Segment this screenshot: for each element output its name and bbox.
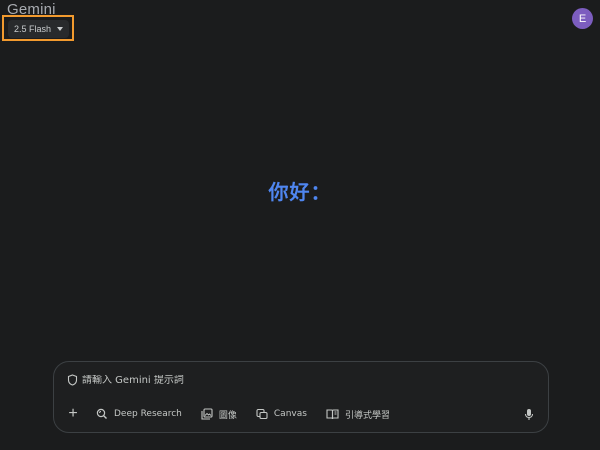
prompt-composer: + Deep Research (53, 361, 549, 433)
guided-learning-label: 引導式學習 (344, 410, 390, 421)
prompt-input[interactable] (82, 374, 282, 386)
deep-research-label: Deep Research (114, 409, 182, 419)
guided-learning-button[interactable]: 引導式學習 (326, 408, 390, 421)
guided-learning-icon (326, 408, 339, 420)
avatar-initial: E (578, 12, 587, 25)
canvas-label: Canvas (273, 409, 307, 419)
greeting-heading: 你好： (268, 180, 332, 204)
model-selector-label: 2.5 Flash (14, 24, 52, 34)
caret-down-icon (57, 27, 64, 31)
mic-icon[interactable] (524, 408, 534, 421)
image-icon (201, 408, 213, 420)
image-label: 圖像 (218, 410, 237, 421)
composer-toolbar: + Deep Research 圖像 Canvas 引導式學習 (66, 406, 536, 422)
canvas-button[interactable]: Canvas (256, 408, 307, 420)
gemini-page: Gemini 2.5 Flash E 你好： + (0, 0, 600, 450)
canvas-icon (256, 408, 268, 420)
shield-icon (67, 374, 78, 386)
deep-research-button[interactable]: Deep Research (96, 408, 182, 420)
prompt-row[interactable] (67, 374, 282, 386)
image-button[interactable]: 圖像 (201, 408, 237, 421)
model-selector-button[interactable]: 2.5 Flash (8, 20, 70, 38)
avatar[interactable]: E (572, 8, 593, 29)
plus-icon[interactable]: + (66, 406, 80, 422)
deep-research-icon (96, 408, 108, 420)
